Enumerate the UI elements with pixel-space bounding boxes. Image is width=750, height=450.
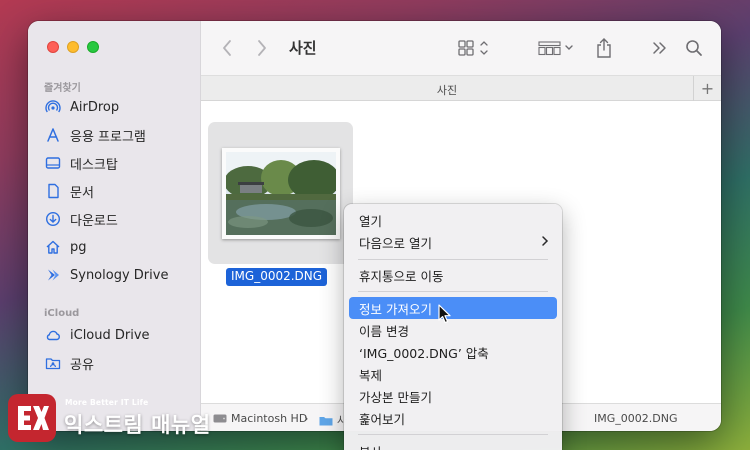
photo-thumbnail-image bbox=[226, 152, 336, 235]
icloud-icon bbox=[44, 326, 62, 344]
share-button[interactable] bbox=[595, 37, 613, 59]
new-tab-button[interactable]: + bbox=[693, 76, 721, 101]
window-controls bbox=[47, 41, 99, 53]
search-icon bbox=[686, 40, 702, 56]
applications-icon bbox=[44, 126, 62, 144]
chevron-left-icon bbox=[223, 40, 231, 56]
sidebar-item-label: 응용 프로그램 bbox=[70, 129, 146, 145]
menu-item-rename[interactable]: 이름 변경 bbox=[349, 319, 557, 341]
forward-button[interactable] bbox=[256, 37, 268, 59]
menu-separator bbox=[358, 291, 548, 292]
site-watermark: More Better IT Life 익스트림 매뉴얼 bbox=[8, 392, 234, 444]
menu-item-label: 다음으로 열기 bbox=[359, 235, 432, 251]
toolbar: 사진 bbox=[201, 21, 721, 75]
share-icon bbox=[597, 38, 611, 58]
double-chevron-right-icon bbox=[653, 42, 666, 54]
sidebar-item-home[interactable]: pg bbox=[44, 236, 194, 258]
icloud-header: iCloud bbox=[44, 308, 80, 319]
tab-photos[interactable]: 사진 bbox=[201, 82, 693, 98]
menu-item-label: 복제 bbox=[359, 367, 383, 383]
menu-item-move-to-trash[interactable]: 휴지통으로 이동 bbox=[349, 264, 557, 286]
sidebar: 즐겨찾기 AirDrop 응용 프로그램 데스크탑 문서 다운로드 pg Syn… bbox=[28, 21, 201, 431]
sidebar-item-label: Synology Drive bbox=[70, 267, 169, 283]
path-item-folder[interactable]: 사 bbox=[319, 412, 347, 428]
sidebar-item-label: 문서 bbox=[70, 185, 94, 201]
download-icon bbox=[44, 210, 62, 228]
back-button[interactable] bbox=[221, 37, 233, 59]
path-item-file[interactable]: IMG_0002.DNG bbox=[594, 412, 677, 425]
sidebar-item-label: 데스크탑 bbox=[70, 157, 118, 173]
close-window-button[interactable] bbox=[47, 41, 59, 53]
minimize-window-button[interactable] bbox=[67, 41, 79, 53]
menu-item-label: 훑어보기 bbox=[359, 411, 406, 427]
menu-item-compress[interactable]: ‘IMG_0002.DNG’ 압축 bbox=[349, 341, 557, 363]
document-icon bbox=[44, 182, 62, 200]
sidebar-item-synology-drive[interactable]: Synology Drive bbox=[44, 264, 194, 286]
chevron-right-icon: › bbox=[304, 412, 309, 425]
menu-item-duplicate[interactable]: 복제 bbox=[349, 363, 557, 385]
sidebar-item-desktop[interactable]: 데스크탑 bbox=[44, 152, 194, 174]
shared-folder-icon bbox=[44, 354, 62, 372]
menu-item-get-info[interactable]: 정보 가져오기 bbox=[349, 297, 557, 319]
view-mode-button[interactable] bbox=[458, 37, 490, 59]
chevron-right-icon bbox=[258, 40, 266, 56]
sidebar-item-label: pg bbox=[70, 239, 87, 255]
menu-item-label: 가상본 만들기 bbox=[359, 389, 432, 405]
more-toolbar-button[interactable] bbox=[652, 37, 668, 59]
chevron-right-icon bbox=[542, 236, 549, 246]
group-icon bbox=[538, 41, 573, 56]
menu-item-label: 정보 가져오기 bbox=[359, 301, 432, 317]
desktop-icon bbox=[44, 154, 62, 172]
menu-item-open-with[interactable]: 다음으로 열기 bbox=[349, 231, 557, 253]
synology-drive-icon bbox=[44, 266, 62, 284]
menu-item-label: ‘IMG_0002.DNG’ 압축 bbox=[359, 345, 489, 361]
tab-bar: 사진 + bbox=[201, 75, 721, 101]
home-icon bbox=[44, 238, 62, 256]
path-item-label: Macintosh HD bbox=[231, 412, 308, 425]
sidebar-item-airdrop[interactable]: AirDrop bbox=[44, 96, 194, 118]
brand-logo-icon bbox=[8, 394, 56, 442]
menu-item-quick-look[interactable]: 훑어보기 bbox=[349, 407, 557, 429]
menu-separator bbox=[358, 434, 548, 435]
menu-item-label: 이름 변경 bbox=[359, 323, 409, 339]
icon-grid-icon bbox=[458, 40, 488, 56]
search-button[interactable] bbox=[685, 37, 703, 59]
path-separator: › bbox=[304, 412, 308, 425]
sidebar-item-documents[interactable]: 문서 bbox=[44, 180, 194, 202]
path-item-label: IMG_0002.DNG bbox=[594, 412, 678, 425]
sidebar-item-applications[interactable]: 응용 프로그램 bbox=[44, 124, 194, 146]
menu-item-label: 휴지통으로 이동 bbox=[359, 268, 444, 284]
sidebar-item-shared[interactable]: 공유 bbox=[44, 352, 194, 374]
sidebar-item-label: iCloud Drive bbox=[70, 327, 150, 343]
watermark-tagline: More Better IT Life bbox=[65, 398, 149, 407]
zoom-window-button[interactable] bbox=[87, 41, 99, 53]
file-thumbnail[interactable] bbox=[222, 148, 340, 239]
context-menu: 열기 다음으로 열기 휴지통으로 이동 정보 가져오기 이름 변경 ‘IMG_0… bbox=[344, 204, 562, 450]
sidebar-item-label: 공유 bbox=[70, 357, 94, 373]
menu-item-label: 열기 bbox=[359, 213, 383, 229]
sidebar-item-downloads[interactable]: 다운로드 bbox=[44, 208, 194, 230]
watermark-name: 익스트림 매뉴얼 bbox=[64, 413, 211, 437]
folder-icon bbox=[319, 416, 333, 425]
group-by-button[interactable] bbox=[538, 37, 576, 59]
menu-item-make-alias[interactable]: 가상본 만들기 bbox=[349, 385, 557, 407]
menu-separator bbox=[358, 259, 548, 260]
mouse-pointer-icon bbox=[438, 304, 451, 324]
sidebar-item-label: 다운로드 bbox=[70, 213, 118, 229]
sidebar-item-label: AirDrop bbox=[70, 99, 120, 115]
menu-item-label: 복사 bbox=[359, 442, 382, 450]
favorites-header: 즐겨찾기 bbox=[44, 83, 81, 94]
sidebar-item-icloud-drive[interactable]: iCloud Drive bbox=[44, 324, 194, 346]
airdrop-icon bbox=[44, 98, 62, 116]
menu-item-copy[interactable]: 복사 bbox=[349, 440, 557, 450]
menu-item-open[interactable]: 열기 bbox=[349, 209, 557, 231]
file-name-label[interactable]: IMG_0002.DNG bbox=[226, 268, 328, 286]
window-title: 사진 bbox=[289, 39, 317, 57]
